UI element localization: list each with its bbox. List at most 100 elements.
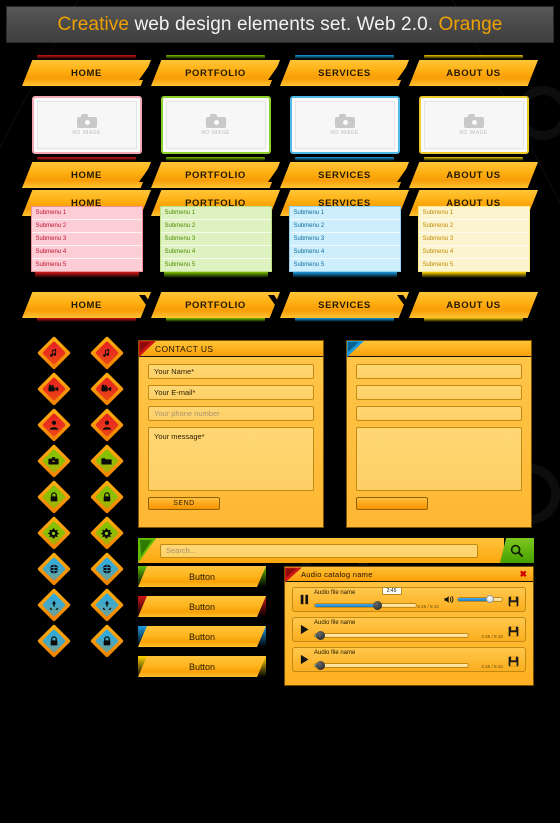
blank-field-3[interactable]	[356, 406, 522, 421]
search-plate: Search...	[138, 538, 504, 563]
audio-track-row[interactable]: Audio file name 2:45 / 5:10	[292, 647, 526, 672]
nav-plate: ABOUT US	[409, 292, 538, 318]
nav-item-services[interactable]: SERVICES	[280, 157, 409, 188]
nav-item-home[interactable]: HOME	[22, 292, 151, 322]
submenu-item[interactable]: Submenu 3	[289, 233, 400, 246]
volume-control[interactable]	[444, 595, 503, 604]
submenu-item[interactable]: Submenu 3	[418, 233, 529, 246]
progress-handle[interactable]	[315, 630, 325, 640]
blank-field-1[interactable]	[356, 364, 522, 379]
blank-textarea[interactable]	[356, 427, 522, 491]
nav-plate: PORTFOLIO	[151, 162, 280, 188]
submenu-item[interactable]: Submenu 4	[289, 246, 400, 259]
submenu-item[interactable]: Submenu 1	[160, 207, 271, 220]
nav-item-portfolio[interactable]: PORTFOLIO	[151, 157, 280, 188]
submenu-red[interactable]: Submenu 1 Submenu 2 Submenu 3 Submenu 4 Subm…	[30, 206, 143, 282]
music-note-icon-button[interactable]	[32, 336, 75, 370]
nav-item-home[interactable]: HOME	[22, 157, 151, 188]
audio-track-row[interactable]: Audio file name 2:45 2:45 / 5:10	[292, 586, 526, 612]
submenu-item[interactable]: Submenu 5	[290, 259, 400, 271]
submenu-item[interactable]: Submenu 4	[160, 246, 271, 259]
nav-item-portfolio[interactable]: PORTFOLIO	[151, 292, 280, 322]
name-field[interactable]: Your Name*	[148, 364, 314, 379]
recycle-icon-button[interactable]	[85, 588, 128, 622]
submenu-row[interactable]: Submenu 1 Submenu 2 Submenu 3 Submenu 4 Subm…	[22, 206, 538, 282]
button-stack[interactable]: Button Button Button Button	[138, 566, 266, 686]
recycle-icon-button[interactable]	[32, 588, 75, 622]
progress-slider[interactable]	[314, 660, 469, 670]
submenu-item[interactable]: Submenu 1	[31, 207, 142, 220]
submenu-item[interactable]: Submenu 3	[31, 233, 142, 246]
briefcase-icon-button[interactable]	[32, 444, 75, 478]
navbar-fourth[interactable]: HOME PORTFOLIO SERVICES ABOUT US	[22, 292, 538, 322]
save-button[interactable]	[508, 594, 519, 607]
submenu-item[interactable]: Submenu 4	[418, 246, 529, 259]
globe-icon-button[interactable]	[85, 552, 128, 586]
submenu-item[interactable]: Submenu 1	[418, 207, 529, 220]
gear-icon-button[interactable]	[85, 516, 128, 550]
save-button[interactable]	[508, 624, 519, 637]
nav-item-services[interactable]: SERVICES	[280, 55, 409, 86]
lock-icon-button[interactable]	[32, 624, 75, 658]
submenu-item[interactable]: Submenu 2	[289, 220, 400, 233]
submenu-item[interactable]: Submenu 5	[419, 259, 529, 271]
submenu-item[interactable]: Submenu 1	[289, 207, 400, 220]
folder-icon-button[interactable]	[85, 444, 128, 478]
progress-handle[interactable]	[315, 660, 325, 670]
music-note-icon-button[interactable]	[85, 336, 128, 370]
submenu-item[interactable]: Submenu 2	[418, 220, 529, 233]
video-camera-icon-button[interactable]	[85, 372, 128, 406]
submenu-item[interactable]: Submenu 2	[31, 220, 142, 233]
audio-track-row[interactable]: Audio file name 2:45 / 5:10	[292, 617, 526, 642]
submenu-blue[interactable]: Submenu 1 Submenu 2 Submenu 3 Submenu 4 Subm…	[288, 206, 401, 282]
nav-item-about-us[interactable]: ABOUT US	[409, 55, 538, 86]
close-icon[interactable]: ✖	[519, 570, 527, 579]
navbar-top-stripe[interactable]: HOME PORTFOLIO SERVICES ABOUT US	[22, 55, 538, 86]
action-button[interactable]: Button	[138, 596, 266, 617]
submenu-green[interactable]: Submenu 1 Submenu 2 Submenu 3 Submenu 4 Subm…	[159, 206, 272, 282]
user-icon-button[interactable]	[32, 408, 75, 442]
nav-item-about-us[interactable]: ABOUT US	[409, 292, 538, 322]
nav-item-portfolio[interactable]: PORTFOLIO	[151, 55, 280, 86]
submenu-item[interactable]: Submenu 4	[31, 246, 142, 259]
nav-item-home[interactable]: HOME	[22, 55, 151, 86]
contact-form-panel: CONTACT US Your Name* Your E-mail* Your …	[138, 340, 324, 528]
blank-send-button[interactable]	[356, 497, 428, 510]
lock-icon-button[interactable]	[32, 480, 75, 514]
navbar-second[interactable]: HOME PORTFOLIO SERVICES ABOUT US	[22, 157, 538, 188]
action-button[interactable]: Button	[138, 626, 266, 647]
submenu-item[interactable]: Submenu 5	[32, 259, 142, 271]
progress-slider[interactable]	[314, 630, 469, 640]
lock-icon-button[interactable]	[85, 624, 128, 658]
gear-icon-button[interactable]	[32, 516, 75, 550]
message-textarea[interactable]: Your message*	[148, 427, 314, 491]
phone-field[interactable]: Your phone number	[148, 406, 314, 421]
diamond-icon-grid[interactable]	[32, 336, 128, 660]
nav-item-about-us[interactable]: ABOUT US	[409, 157, 538, 188]
email-field[interactable]: Your E-mail*	[148, 385, 314, 400]
submenu-item[interactable]: Submenu 3	[160, 233, 271, 246]
search-input[interactable]: Search...	[160, 543, 478, 558]
play-button[interactable]	[299, 624, 309, 636]
submenu-yellow[interactable]: Submenu 1 Submenu 2 Submenu 3 Submenu 4 Subm…	[417, 206, 530, 282]
search-button[interactable]	[500, 538, 534, 563]
action-button[interactable]: Button	[138, 566, 266, 587]
progress-slider[interactable]	[314, 600, 417, 610]
user-icon-button[interactable]	[85, 408, 128, 442]
no-image-label: NO IMAGE	[201, 130, 230, 136]
volume-slider[interactable]	[457, 595, 503, 603]
save-button[interactable]	[508, 654, 519, 667]
submenu-item[interactable]: Submenu 5	[161, 259, 271, 271]
blank-field-2[interactable]	[356, 385, 522, 400]
send-button[interactable]: SEND	[148, 497, 220, 510]
progress-handle[interactable]	[373, 600, 383, 610]
play-button[interactable]	[299, 654, 309, 666]
action-button[interactable]: Button	[138, 656, 266, 677]
volume-handle[interactable]	[485, 595, 494, 603]
video-camera-icon-button[interactable]	[32, 372, 75, 406]
pause-button[interactable]	[299, 594, 309, 606]
lock-icon-button[interactable]	[85, 480, 128, 514]
globe-icon-button[interactable]	[32, 552, 75, 586]
submenu-item[interactable]: Submenu 2	[160, 220, 271, 233]
nav-item-services[interactable]: SERVICES	[280, 292, 409, 322]
